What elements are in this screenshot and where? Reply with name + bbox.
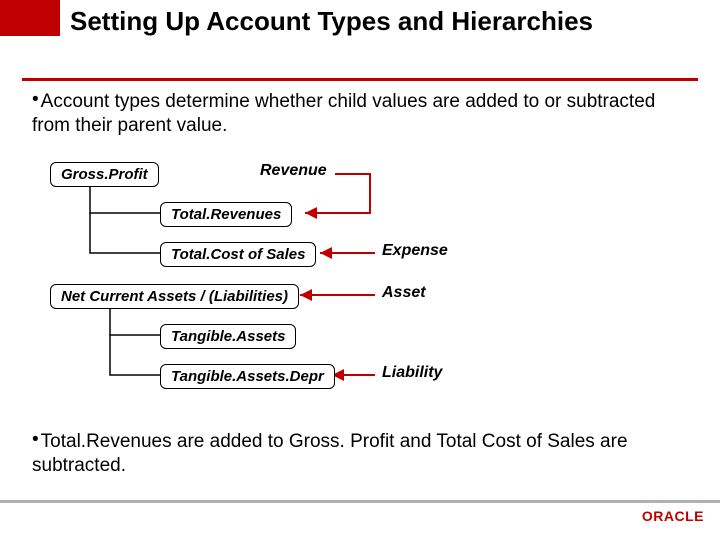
bullet-dot: • bbox=[32, 90, 39, 109]
box-total-cost-of-sales: Total.Cost of Sales bbox=[160, 242, 316, 267]
box-total-revenues: Total.Revenues bbox=[160, 202, 292, 227]
bullet-2: •Total.Revenues are added to Gross. Prof… bbox=[32, 430, 692, 478]
bullet-1-text: Account types determine whether child va… bbox=[32, 91, 655, 136]
label-liability: Liability bbox=[382, 364, 442, 382]
header-red-block bbox=[0, 0, 60, 36]
title-underline bbox=[22, 78, 698, 81]
box-tangible-assets: Tangible.Assets bbox=[160, 324, 296, 349]
oracle-logo: ORACLE bbox=[642, 508, 704, 524]
bullet-dot: • bbox=[32, 430, 39, 449]
hierarchy-diagram: Gross.Profit Revenue Total.Revenues Tota… bbox=[30, 160, 630, 420]
box-net-current-assets: Net Current Assets / (Liabilities) bbox=[50, 284, 299, 309]
label-revenue: Revenue bbox=[260, 162, 327, 180]
slide-title: Setting Up Account Types and Hierarchies bbox=[70, 6, 690, 37]
label-expense: Expense bbox=[382, 242, 448, 260]
box-gross-profit: Gross.Profit bbox=[50, 162, 159, 187]
footer-divider bbox=[0, 500, 720, 503]
bullet-2-text: Total.Revenues are added to Gross. Profi… bbox=[32, 431, 628, 476]
box-tangible-assets-depr: Tangible.Assets.Depr bbox=[160, 364, 335, 389]
label-asset: Asset bbox=[382, 284, 426, 302]
bullet-1: •Account types determine whether child v… bbox=[32, 90, 692, 138]
